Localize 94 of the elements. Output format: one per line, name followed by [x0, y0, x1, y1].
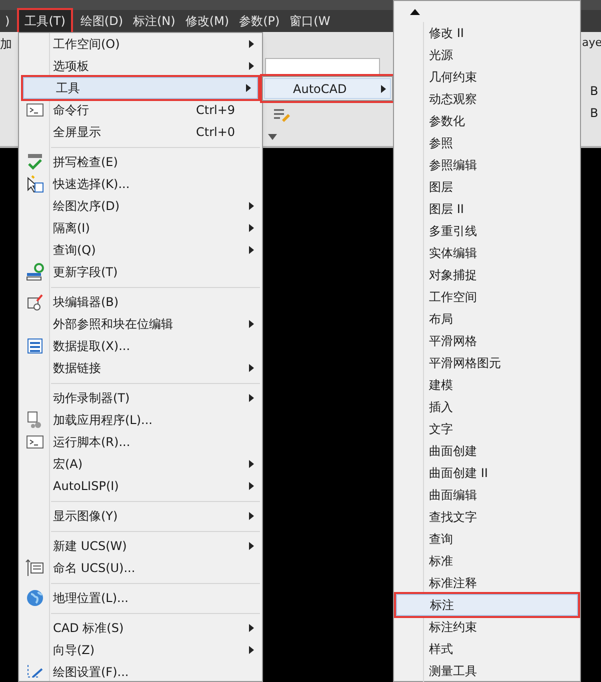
submenu-arrow-icon: [248, 364, 254, 372]
menu-item[interactable]: 工作空间: [394, 286, 580, 308]
ribbon-label: B: [590, 83, 598, 100]
menu-item[interactable]: 新建 UCS(W): [21, 535, 260, 557]
submenu-arrow-icon: [248, 460, 254, 468]
submenu-arrow-icon: [248, 394, 254, 402]
menu-item[interactable]: 查询(Q): [21, 239, 260, 261]
data-extract-icon: [25, 336, 45, 356]
submenu-arrow-icon: [248, 320, 254, 328]
menu-item[interactable]: 平滑网格图元: [394, 352, 580, 374]
menu-item[interactable]: 快速选择(K)...: [21, 173, 260, 195]
submenu-arrow-icon: [248, 62, 254, 70]
menu-item[interactable]: 命名 UCS(U)...: [21, 557, 260, 579]
submenu-arrow-icon: [248, 202, 254, 210]
menu-item[interactable]: 曲面创建: [394, 440, 580, 462]
menu-item[interactable]: 全屏显示 Ctrl+0: [21, 121, 260, 143]
menu-bar-item[interactable]: ): [0, 10, 15, 32]
menu-item[interactable]: 加载应用程序(L)...: [21, 409, 260, 431]
menu-item[interactable]: 工作空间(O): [21, 33, 260, 55]
menu-bar-item[interactable]: 标注(N): [128, 10, 180, 32]
update-field-icon: [25, 262, 45, 282]
menu-item[interactable]: 文字: [394, 418, 580, 440]
menu-bar-item[interactable]: 参数(P): [234, 10, 285, 32]
menu-item[interactable]: 光源: [394, 44, 580, 66]
menu-item[interactable]: 更新字段(T): [21, 261, 260, 283]
menu-item[interactable]: 绘图次序(D): [21, 195, 260, 217]
menu-item[interactable]: 修改 II: [394, 22, 580, 44]
ribbon-label: B: [590, 105, 598, 122]
submenu-arrow-icon: [248, 40, 254, 48]
menu-item[interactable]: AutoLISP(I): [21, 475, 260, 497]
menu-item[interactable]: 查询: [394, 528, 580, 550]
menu-item[interactable]: 隔离(I): [21, 217, 260, 239]
menu-item[interactable]: 块编辑器(B): [21, 291, 260, 313]
menu-item[interactable]: 参照: [394, 132, 580, 154]
menu-item[interactable]: 动作录制器(T): [21, 387, 260, 409]
quick-select-icon: [25, 174, 45, 194]
menu-item[interactable]: 布局: [394, 308, 580, 330]
menu-bar-item[interactable]: 工具(T): [18, 10, 72, 32]
menu-item[interactable]: 标准注释: [394, 572, 580, 594]
menu-bar-item[interactable]: 窗口(W: [284, 10, 336, 32]
menu-item[interactable]: 数据提取(X)...: [21, 335, 260, 357]
menu-item[interactable]: 标注约束: [394, 616, 580, 638]
table-icon: [25, 558, 45, 578]
menu-item[interactable]: 图层 II: [394, 198, 580, 220]
submenu-arrow-icon: [248, 224, 254, 232]
menu-item[interactable]: AutoCAD: [264, 78, 391, 99]
menu-item[interactable]: 运行脚本(R)...: [21, 431, 260, 453]
block-editor-icon: [25, 292, 45, 312]
submenu-arrow-icon: [248, 246, 254, 254]
menu-item[interactable]: 多重引线: [394, 220, 580, 242]
menu-item[interactable]: 几何约束: [394, 66, 580, 88]
menu-item[interactable]: 曲面创建 II: [394, 462, 580, 484]
menu-item[interactable]: 曲面编辑: [394, 484, 580, 506]
submenu-arrow-icon: [248, 624, 254, 632]
globe-icon: [25, 588, 45, 608]
menu-item[interactable]: 数据链接: [21, 357, 260, 379]
menu-item[interactable]: CAD 标准(S): [21, 617, 260, 639]
submenu-arrow-icon: [380, 84, 386, 92]
menu-item[interactable]: 图层: [394, 176, 580, 198]
menu-item[interactable]: 动态观察: [394, 88, 580, 110]
submenu-arrow-icon: [248, 482, 254, 490]
ribbon-tab-label[interactable]: 加: [0, 35, 12, 53]
menu-bar-item[interactable]: 修改(M): [180, 10, 234, 32]
menu-bar-item[interactable]: 绘图(D): [75, 10, 128, 32]
spell-check-icon: [25, 152, 45, 172]
menu-item[interactable]: 参数化: [394, 110, 580, 132]
menu-item[interactable]: 插入: [394, 396, 580, 418]
shortcut-label: Ctrl+0: [196, 124, 236, 141]
shortcut-label: Ctrl+9: [196, 102, 236, 119]
menu-item[interactable]: 平滑网格: [394, 330, 580, 352]
menu-item[interactable]: 标准: [394, 550, 580, 572]
menu-item[interactable]: 测量工具: [394, 660, 580, 682]
menu-item[interactable]: 标注: [396, 594, 578, 616]
menu-item[interactable]: 命令行 Ctrl+9: [21, 99, 260, 121]
menu-item[interactable]: 地理位置(L)...: [21, 587, 260, 609]
submenu-arrow-icon: [248, 542, 254, 550]
menu-item[interactable]: 查找文字: [394, 506, 580, 528]
menu-item[interactable]: 显示图像(Y): [21, 505, 260, 527]
menu-item[interactable]: 建模: [394, 374, 580, 396]
menu-item[interactable]: 样式: [394, 638, 580, 660]
menu-item[interactable]: 拼写检查(E): [21, 151, 260, 173]
submenu-arrow-icon: [248, 646, 254, 654]
menu-item[interactable]: 参照编辑: [394, 154, 580, 176]
caret-icon[interactable]: [268, 134, 277, 140]
submenu-arrow-icon: [246, 84, 250, 92]
menu-item[interactable]: 宏(A): [21, 453, 260, 475]
menu-item[interactable]: 绘图设置(F)...: [21, 661, 260, 682]
menu-item[interactable]: 外部参照和块在位编辑: [21, 313, 260, 335]
menu-item[interactable]: 向导(Z): [21, 639, 260, 661]
menu-item[interactable]: 对象捕捉: [394, 264, 580, 286]
menu-item[interactable]: 工具: [23, 77, 258, 99]
submenu-arrow-icon: [248, 512, 254, 520]
menu-item[interactable]: 选项板: [21, 55, 260, 77]
menu-item[interactable]: 实体编辑: [394, 242, 580, 264]
